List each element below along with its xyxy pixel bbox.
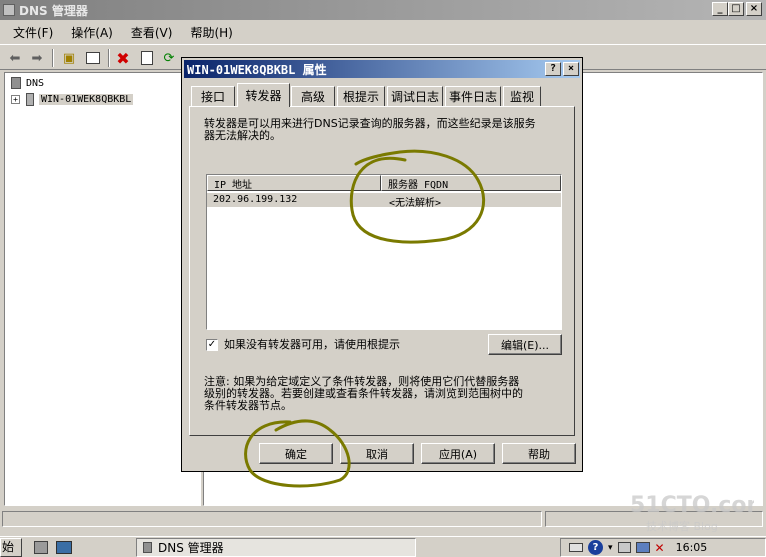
delete-button[interactable]: ✖ [114, 48, 132, 68]
maximize-icon: □ [731, 3, 741, 14]
taskbar: 始 DNS 管理器 ? ▾ ✕ 16:05 [0, 536, 766, 557]
use-root-hints-label: 如果没有转发器可用，请使用根提示 [224, 338, 400, 351]
dns-icon [11, 77, 21, 89]
show-hide-tree-button[interactable] [84, 49, 102, 67]
start-button[interactable]: 始 [0, 538, 22, 557]
minimize-button[interactable]: _ [712, 2, 728, 16]
status-pane-secondary [545, 511, 763, 527]
window-title: DNS 管理器 [19, 3, 88, 18]
status-bar [0, 509, 766, 529]
dns-icon [143, 542, 152, 553]
close-icon: × [567, 63, 575, 74]
dialog-help-button[interactable]: ? [545, 62, 561, 76]
cancel-button[interactable]: 取消 [340, 443, 414, 464]
refresh-icon: ⟳ [163, 50, 175, 66]
edit-button[interactable]: 编辑(E)... [488, 334, 562, 355]
taskbar-item-dns-manager[interactable]: DNS 管理器 [136, 538, 416, 557]
apply-button[interactable]: 应用(A) [421, 443, 495, 464]
properties-dialog: WIN-01WEK8QBKBL 属性 ? × 接口 转发器 高级 根提示 调试日… [181, 57, 583, 472]
window-titlebar[interactable]: DNS 管理器 _ □ × [0, 0, 766, 20]
use-root-hints-checkbox[interactable]: ✓ [206, 339, 218, 351]
checkmark-icon: ✓ [207, 339, 217, 350]
menu-view[interactable]: 查看(V) [122, 24, 182, 41]
back-button[interactable]: ⬅ [6, 49, 24, 67]
forward-button[interactable]: ➡ [28, 49, 46, 67]
forwarders-description-line2: 器无法解决的。 [204, 129, 281, 142]
ok-button[interactable]: 确定 [259, 443, 333, 464]
tab-advanced[interactable]: 高级 [291, 86, 335, 106]
dialog-close-button[interactable]: × [563, 62, 579, 76]
menu-file[interactable]: 文件(F) [4, 24, 62, 41]
help-button[interactable]: 帮助 [502, 443, 576, 464]
dns-app-icon [3, 4, 15, 16]
tab-debug-logging[interactable]: 调试日志 [387, 86, 443, 106]
tree-node-dns-label: DNS [26, 77, 45, 89]
system-tray: ? ▾ ✕ 16:05 [560, 538, 766, 557]
menu-bar: 文件(F) 操作(A) 查看(V) 帮助(H) [0, 22, 766, 42]
column-header-ip[interactable]: IP 地址 [207, 175, 381, 191]
note-line3: 条件转发器节点。 [204, 399, 292, 412]
up-level-button[interactable]: ▣ [60, 49, 78, 67]
close-icon: × [749, 3, 759, 14]
expand-icon[interactable]: + [11, 95, 20, 104]
dialog-titlebar[interactable]: WIN-01WEK8QBKBL 属性 ? × [184, 60, 580, 78]
properties-icon [141, 51, 153, 65]
server-icon [26, 93, 34, 106]
toolbar-separator [108, 49, 110, 67]
quick-launch-desktop[interactable] [56, 541, 72, 554]
chevron-down-icon[interactable]: ▾ [608, 543, 613, 553]
tree-node-server-label: WIN-01WEK8QBKBL [39, 94, 134, 105]
arrow-left-icon: ⬅ [9, 50, 21, 66]
action-center-icon[interactable] [617, 542, 631, 553]
tree-node-server[interactable]: + WIN-01WEK8QBKBL [11, 93, 134, 106]
status-pane-main [2, 511, 542, 527]
minimize-icon: _ [717, 3, 723, 14]
folder-up-icon: ▣ [62, 50, 76, 66]
tab-monitoring[interactable]: 监视 [503, 86, 541, 106]
table-row[interactable]: 202.96.199.132 <无法解析> [207, 193, 561, 209]
row-ip: 202.96.199.132 [213, 194, 298, 205]
delete-x-icon: ✖ [116, 48, 130, 68]
column-header-fqdn[interactable]: 服务器 FQDN [381, 175, 561, 191]
clock[interactable]: 16:05 [676, 541, 708, 554]
row-fqdn: <无法解析> [389, 198, 442, 209]
tab-event-logging[interactable]: 事件日志 [445, 86, 501, 106]
menu-action[interactable]: 操作(A) [62, 24, 122, 41]
toolbar-separator [52, 49, 54, 67]
network-icon[interactable] [635, 542, 650, 553]
keyboard-icon[interactable] [569, 543, 583, 552]
console-tree-icon [86, 52, 100, 64]
tab-forwarders[interactable]: 转发器 [237, 83, 290, 107]
arrow-right-icon: ➡ [31, 50, 43, 66]
tab-root-hints[interactable]: 根提示 [337, 86, 385, 106]
console-tree[interactable]: DNS + WIN-01WEK8QBKBL [4, 72, 201, 506]
tab-interfaces[interactable]: 接口 [191, 86, 235, 106]
properties-button[interactable] [138, 49, 156, 67]
close-button[interactable]: × [746, 2, 762, 16]
forwarders-list[interactable]: IP 地址 服务器 FQDN 202.96.199.132 <无法解析> [206, 174, 562, 330]
taskbar-item-label: DNS 管理器 [158, 541, 224, 555]
dialog-title: WIN-01WEK8QBKBL 属性 [187, 62, 327, 77]
help-icon[interactable]: ? [588, 540, 603, 555]
volume-muted-icon[interactable]: ✕ [655, 541, 665, 555]
tree-node-dns[interactable]: DNS [11, 77, 44, 89]
refresh-button[interactable]: ⟳ [160, 49, 178, 67]
maximize-button[interactable]: □ [728, 2, 744, 16]
menu-help[interactable]: 帮助(H) [181, 24, 241, 41]
question-icon: ? [549, 63, 557, 74]
quick-launch-server-manager[interactable] [34, 541, 48, 554]
